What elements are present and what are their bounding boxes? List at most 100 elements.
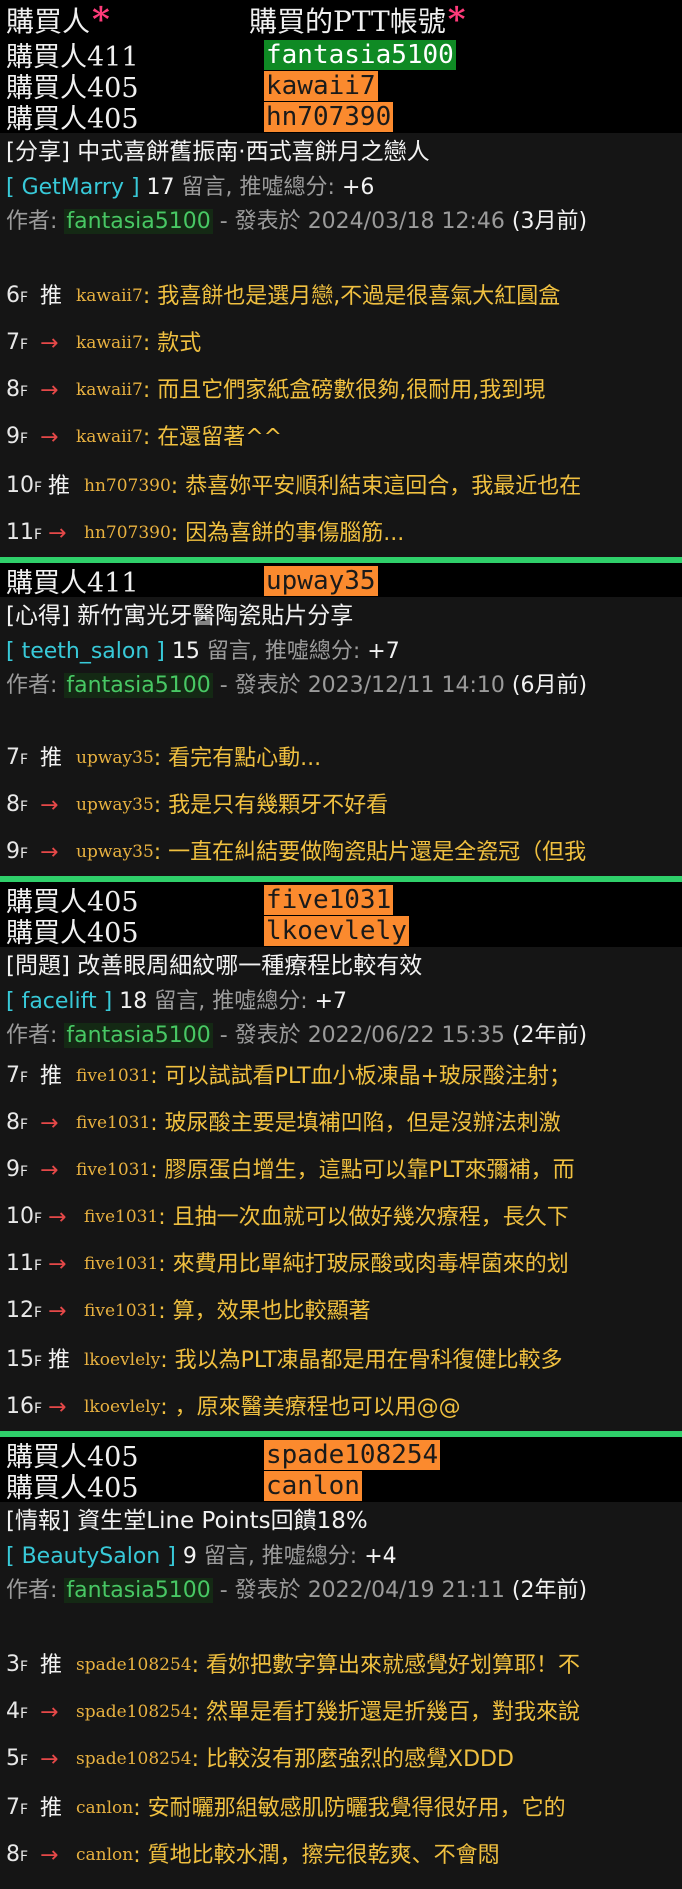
push-tag: 推 — [40, 1653, 63, 1678]
floor-value: 8 — [6, 1841, 20, 1867]
push-tag: 推 — [48, 1348, 71, 1373]
board-link[interactable]: [ facelift ] — [6, 989, 112, 1014]
comment-user[interactable]: lkoevlely — [84, 1384, 160, 1431]
post-title[interactable]: [分享] 中式喜餅舊振南·西式喜餅月之戀人 — [6, 133, 676, 171]
comment-count: 18 — [119, 989, 148, 1014]
author-name[interactable]: fantasia5100 — [64, 673, 213, 698]
arrow-icon: → — [40, 331, 59, 356]
comment-user[interactable]: spade108254 — [76, 1736, 192, 1783]
comment-user[interactable]: canlon — [76, 1832, 133, 1879]
author-prefix: 作者: — [6, 1578, 58, 1603]
account-column-header: 購買的PTT帳號 — [249, 5, 446, 38]
required-star-icon: * — [92, 0, 110, 40]
comment-user[interactable]: hn707390 — [84, 463, 171, 510]
comment-text: : 因為喜餅的事傷腦筋... — [170, 521, 405, 546]
ptt-account[interactable]: kawaii7 — [264, 70, 378, 101]
ptt-account[interactable]: upway35 — [264, 565, 378, 596]
comment-row: 9F → kawaii7: 在還留著^^ — [6, 414, 676, 461]
board-link[interactable]: [ teeth_salon ] — [6, 639, 165, 664]
comment-user[interactable]: five1031 — [76, 1053, 150, 1100]
buyer-label: 購買人405 — [6, 104, 139, 135]
comment-text: : 恭喜妳平安順利結束這回合，我最近也在 — [170, 474, 582, 499]
post-card: [分享] 中式喜餅舊振南·西式喜餅月之戀人[ GetMarry ] 17 留言,… — [0, 133, 682, 557]
ptt-account[interactable]: canlon — [264, 1470, 362, 1501]
comment-user[interactable]: hn707390 — [84, 510, 171, 557]
floor-suffix: F — [20, 1752, 29, 1769]
comment-user[interactable]: five1031 — [76, 1147, 150, 1194]
comment-user[interactable]: spade108254 — [76, 1689, 192, 1736]
comment-row: 8F → five1031: 玻尿酸主要是填補凹陷，但是沒辦法刺激 — [6, 1100, 676, 1147]
post-card: [心得] 新竹寓光牙醫陶瓷貼片分享[ teeth_salon ] 15 留言, … — [0, 597, 682, 876]
author-name[interactable]: fantasia5100 — [64, 1578, 213, 1603]
comment-user[interactable]: kawaii7 — [76, 414, 143, 461]
buyer-column-header: 購買人 — [6, 5, 91, 38]
ptt-account[interactable]: fantasia5100 — [264, 39, 456, 70]
post-title[interactable]: [情報] 資生堂Line Points回饋18% — [6, 1502, 676, 1540]
floor-suffix: F — [34, 1400, 43, 1417]
comment-user[interactable]: five1031 — [84, 1288, 158, 1335]
comment-row: 4F → spade108254: 然單是看打幾折還是折幾百，對我來說 — [6, 1689, 676, 1736]
comment-row: 16F → lkoevlely: ，原來醫美療程也可以用@@ — [6, 1384, 676, 1431]
comment-user[interactable]: kawaii7 — [76, 367, 143, 414]
comment-user[interactable]: upway35 — [76, 735, 154, 782]
ptt-account-report: 購買人 * 購買的PTT帳號 * 購買人411 fantasia5100 購買人405 k… — [0, 0, 682, 1879]
arrow-icon: → — [40, 1843, 59, 1868]
floor-suffix: F — [20, 336, 29, 353]
comment-user[interactable]: lkoevlely — [84, 1337, 160, 1384]
comment-user[interactable]: canlon — [76, 1785, 133, 1832]
comment-user[interactable]: five1031 — [84, 1194, 158, 1241]
floor-number: 7F — [6, 320, 40, 367]
floor-value: 11 — [6, 519, 34, 545]
floor-suffix: F — [34, 479, 43, 496]
comment-text: : 我以為PLT凍晶都是用在骨科復健比較多 — [160, 1348, 563, 1373]
author-name[interactable]: fantasia5100 — [64, 209, 213, 234]
post-card: [情報] 資生堂Line Points回饋18%[ BeautySalon ] … — [0, 1502, 682, 1879]
comment-row: 10F → five1031: 且抽一次血就可以做好幾次療程，長久下 — [6, 1194, 676, 1241]
comment-row: 7F → kawaii7: 款式 — [6, 320, 676, 367]
comment-text: : 在還留著^^ — [142, 425, 283, 450]
comment-user[interactable]: five1031 — [76, 1100, 150, 1147]
comment-user[interactable]: kawaii7 — [76, 273, 143, 320]
ptt-account[interactable]: hn707390 — [264, 101, 394, 132]
floor-suffix: F — [20, 1705, 29, 1722]
floor-value: 7 — [6, 329, 20, 355]
floor-suffix: F — [20, 1848, 29, 1865]
header-row: 購買人 * 購買的PTT帳號 * — [6, 2, 682, 38]
comment-text: : 玻尿酸主要是填補凹陷，但是沒辦法刺激 — [150, 1111, 561, 1136]
floor-value: 15 — [6, 1346, 34, 1372]
comment-row: 7F 推 canlon: 安耐曬那組敏感肌防曬我覺得很好用，它的 — [6, 1785, 676, 1832]
buyer-label: 購買人405 — [6, 1473, 139, 1504]
post-age: (6月前) — [511, 673, 588, 698]
score: +7 — [314, 989, 348, 1014]
floor-number: 9F — [6, 1147, 40, 1194]
comment-user[interactable]: spade108254 — [76, 1642, 192, 1689]
push-tag: 推 — [40, 1796, 63, 1821]
comment-user[interactable]: upway35 — [76, 829, 154, 876]
required-star-icon: * — [447, 0, 466, 40]
score: +7 — [367, 639, 400, 664]
post-title[interactable]: [問題] 改善眼周細紋哪一種療程比較有效 — [6, 947, 676, 985]
floor-number: 7F — [6, 1053, 40, 1100]
floor-suffix: F — [20, 430, 29, 447]
comment-text: : 一直在糾結要做陶瓷貼片還是全瓷冠（但我 — [153, 840, 587, 865]
comment-user[interactable]: kawaii7 — [76, 320, 143, 367]
author-name[interactable]: fantasia5100 — [64, 1023, 213, 1048]
board-link[interactable]: [ GetMarry ] — [6, 175, 140, 200]
ptt-account[interactable]: spade108254 — [264, 1439, 441, 1470]
post-title[interactable]: [心得] 新竹寓光牙醫陶瓷貼片分享 — [6, 597, 676, 635]
push-tag: 推 — [40, 1064, 63, 1089]
comment-text: : 看完有點心動... — [153, 746, 322, 771]
ptt-account[interactable]: lkoevlely — [264, 915, 409, 946]
comment-user[interactable]: five1031 — [84, 1241, 158, 1288]
floor-suffix: F — [34, 1304, 43, 1321]
floor-number: 5F — [6, 1736, 40, 1783]
comment-user[interactable]: upway35 — [76, 782, 154, 829]
floor-suffix: F — [20, 845, 29, 862]
author-line: 作者: fantasia5100 - 發表於 2024/03/18 12:46 … — [6, 205, 676, 239]
comment-text: : 看妳把數字算出來就感覺好划算耶！不 — [191, 1653, 581, 1678]
buyer-row: 購買人405 canlon — [6, 1470, 682, 1504]
board-link[interactable]: [ BeautySalon ] — [6, 1544, 176, 1569]
ptt-account[interactable]: five1031 — [264, 884, 394, 915]
arrow-icon: → — [48, 521, 67, 546]
